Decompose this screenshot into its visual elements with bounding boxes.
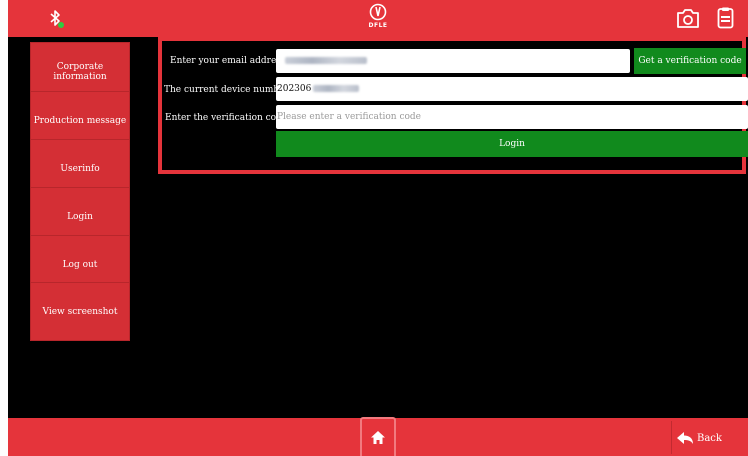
device-number-redacted <box>313 85 360 92</box>
device-number-value: 202306 <box>277 84 312 94</box>
divider <box>671 421 672 454</box>
back-label: Back <box>697 432 722 444</box>
email-field[interactable] <box>276 49 630 73</box>
bluetooth-icon[interactable] <box>45 8 67 30</box>
brand-logo: DFLE <box>356 3 400 35</box>
email-redacted <box>285 57 367 64</box>
verification-code-field[interactable] <box>276 105 748 129</box>
verification-code-input[interactable] <box>277 105 748 129</box>
sidebar-item-label: View screenshot <box>42 306 118 317</box>
home-icon <box>371 431 385 444</box>
login-button[interactable]: Login <box>276 131 748 157</box>
sidebar-item-view-screenshot[interactable]: View screenshot <box>30 282 130 341</box>
device-number-label: The current device number <box>164 85 289 95</box>
email-label: Enter your email address <box>170 56 286 66</box>
get-verification-code-button[interactable]: Get a verification code <box>634 48 746 74</box>
brand-text: DFLE <box>368 22 388 29</box>
sidebar-item-label: Log out <box>62 259 98 270</box>
logo-icon <box>369 3 387 21</box>
sidebar-item-label: Userinfo <box>60 163 100 174</box>
app-screen: DFLE Corporate information Production me… <box>8 0 748 456</box>
camera-icon[interactable] <box>676 8 700 29</box>
device-number-field[interactable]: 202306 <box>276 77 748 101</box>
sidebar-item-label: Login <box>67 211 93 222</box>
home-button[interactable] <box>360 417 396 456</box>
login-panel: Enter your email address Get a verificat… <box>158 37 748 174</box>
top-bar: DFLE <box>8 0 748 37</box>
sidebar-item-label: Corporate information <box>53 61 107 82</box>
document-icon[interactable] <box>717 7 734 29</box>
back-arrow-icon <box>677 432 693 444</box>
back-button[interactable]: Back <box>676 428 744 448</box>
verification-code-label: Enter the verification code <box>165 113 288 123</box>
sidebar-item-label: Production message <box>33 115 127 126</box>
